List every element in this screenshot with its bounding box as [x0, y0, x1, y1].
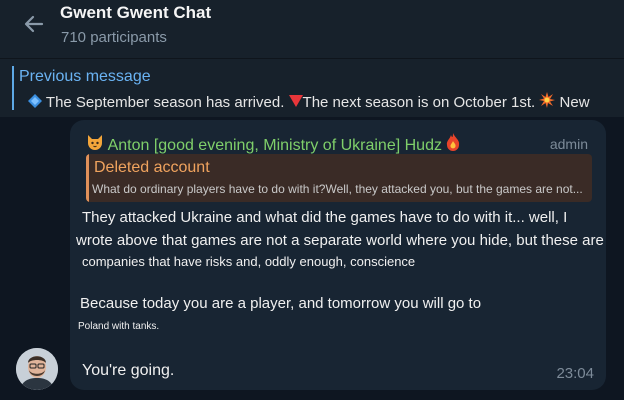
participants-count: 710 participants [61, 29, 167, 46]
user-avatar-image [16, 348, 58, 390]
reply-text: What do ordinary players have to do with… [92, 182, 583, 196]
message-line-3: companies that have risks and, oddly eno… [82, 254, 416, 269]
reply-author: Deleted account [94, 159, 210, 176]
pinned-preview: The September season has arrived. The ne… [28, 92, 590, 111]
avatar[interactable] [16, 348, 58, 390]
message-line-1: They attacked Ukraine and what did the g… [82, 209, 568, 226]
message-bubble[interactable]: Anton [good evening, Ministry of Ukraine… [70, 120, 606, 390]
pinned-text-part1: The September season has arrived. [45, 94, 289, 111]
sender-name[interactable]: Anton [good evening, Ministry of Ukraine… [108, 137, 442, 154]
collision-icon [539, 92, 556, 108]
message-line-5: Poland with tanks. [78, 321, 160, 332]
chat-title[interactable]: Gwent Gwent Chat [60, 3, 211, 23]
message-time: 23:04 [556, 365, 594, 382]
message-line-4: Because today you are a player, and tomo… [80, 295, 482, 312]
pinned-text-part2: The next season is on October 1st. [302, 94, 540, 111]
pinned-accent-bar [12, 66, 14, 110]
back-button[interactable] [20, 10, 48, 38]
pinned-text-part3: New [559, 94, 590, 111]
red-triangle-icon [288, 95, 303, 107]
pinned-label: Previous message [19, 68, 151, 85]
cat-face-icon [88, 135, 102, 150]
pinned-message[interactable]: Previous message The September season ha… [0, 58, 624, 117]
fire-icon [447, 133, 460, 151]
back-arrow-icon [24, 15, 44, 33]
sender-line[interactable]: Anton [good evening, Ministry of Ukraine… [86, 133, 460, 155]
reply-accent-bar [86, 154, 89, 202]
blue-diamond-icon [28, 94, 42, 108]
reply-preview[interactable]: Deleted account What do ordinary players… [86, 154, 592, 202]
admin-badge: admin [549, 136, 588, 152]
message-line-2: wrote above that games are not a separat… [76, 232, 604, 249]
message-line-6: You're going. [82, 362, 175, 379]
chat-header: Gwent Gwent Chat 710 participants [0, 0, 624, 58]
